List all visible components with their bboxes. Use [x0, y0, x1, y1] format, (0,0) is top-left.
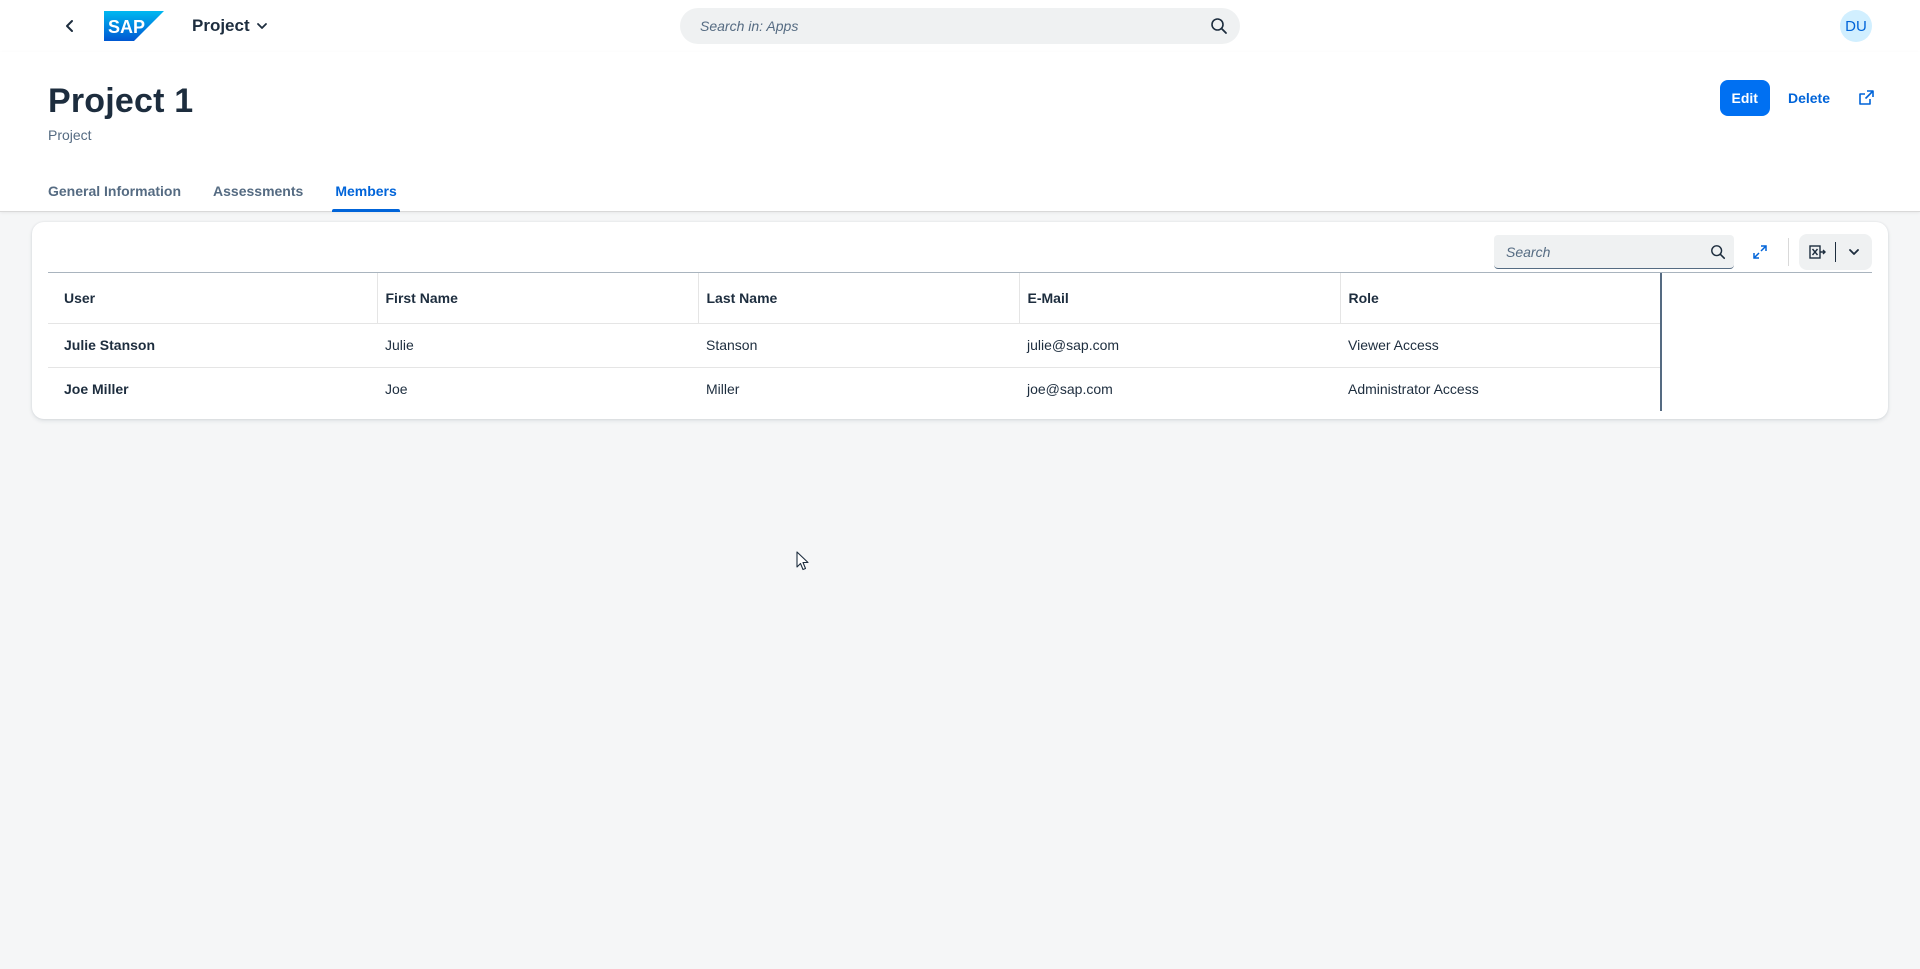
header-actions: Edit Delete	[1719, 80, 1884, 116]
shell-search-input[interactable]	[700, 18, 1210, 34]
cell-email: joe@sap.com	[1027, 381, 1113, 398]
app-title-menu[interactable]: Project	[192, 14, 268, 38]
svg-text:SAP: SAP	[108, 17, 145, 37]
table-row[interactable]: Joe Miller Joe Miller joe@sap.com Admini…	[48, 367, 1662, 411]
object-page-header: Project 1 Project Edit Delete General In…	[0, 52, 1920, 212]
column-header-email[interactable]: E-Mail	[1019, 273, 1341, 324]
chevron-down-icon	[1849, 249, 1859, 255]
table-row[interactable]: Julie Stanson Julie Stanson julie@sap.co…	[48, 323, 1662, 368]
cell-role: Viewer Access	[1340, 323, 1662, 368]
tab-assessments[interactable]: Assessments	[213, 179, 303, 212]
shell-search	[680, 8, 1240, 44]
edit-button[interactable]: Edit	[1719, 80, 1770, 116]
back-icon	[66, 20, 73, 32]
cell-user: Joe Miller	[64, 381, 129, 398]
app-title: Project	[192, 16, 250, 35]
search-icon[interactable]	[1710, 244, 1726, 260]
cell-last-name: Miller	[706, 381, 740, 398]
column-header-last-name[interactable]: Last Name	[698, 273, 1020, 324]
cell-user: Julie Stanson	[48, 323, 377, 368]
export-split-button	[1799, 234, 1872, 270]
search-icon[interactable]	[1210, 17, 1228, 35]
shell-bar: SAP Project DU	[0, 0, 1920, 52]
members-table-card: User First Name Last Name E-Mail Role Ju…	[32, 222, 1888, 419]
toolbar-separator	[1788, 238, 1789, 266]
excel-export-icon	[1809, 245, 1826, 259]
cell-email: julie@sap.com	[1019, 323, 1340, 368]
table-header-row: User First Name Last Name E-Mail Role	[48, 273, 1662, 324]
cell-first-name: Julie	[377, 323, 698, 368]
sap-logo[interactable]: SAP	[104, 11, 164, 41]
column-header-role[interactable]: Role	[1340, 273, 1662, 324]
export-options-button[interactable]	[1836, 234, 1872, 270]
user-avatar[interactable]: DU	[1840, 10, 1872, 42]
tab-general-information[interactable]: General Information	[48, 179, 181, 212]
fullscreen-button[interactable]	[1742, 234, 1778, 270]
chevron-down-icon	[256, 23, 267, 29]
fullscreen-icon	[1753, 245, 1767, 259]
mouse-cursor-icon	[796, 551, 809, 571]
table-search-input[interactable]	[1506, 243, 1710, 260]
cell-role: Administrator Access	[1340, 367, 1662, 411]
export-button[interactable]	[1799, 234, 1835, 270]
tab-members[interactable]: Members	[332, 179, 401, 212]
delete-button[interactable]: Delete	[1776, 80, 1842, 116]
back-button[interactable]	[56, 12, 84, 40]
cell-last-name: Stanson	[698, 323, 1019, 368]
cell-first-name: Joe	[385, 381, 408, 398]
table-toolbar	[48, 232, 1872, 272]
members-table: User First Name Last Name E-Mail Role Ju…	[48, 272, 1872, 411]
avatar-initials: DU	[1845, 17, 1867, 35]
page-title: Project 1	[48, 82, 194, 120]
page-subtitle: Project	[48, 127, 92, 143]
column-header-first-name[interactable]: First Name	[377, 273, 699, 324]
column-header-user[interactable]: User	[48, 273, 378, 324]
table-search	[1494, 235, 1734, 269]
share-button[interactable]	[1848, 80, 1884, 116]
section-tabs: General Information Assessments Members	[48, 179, 401, 212]
share-icon	[1859, 90, 1874, 105]
